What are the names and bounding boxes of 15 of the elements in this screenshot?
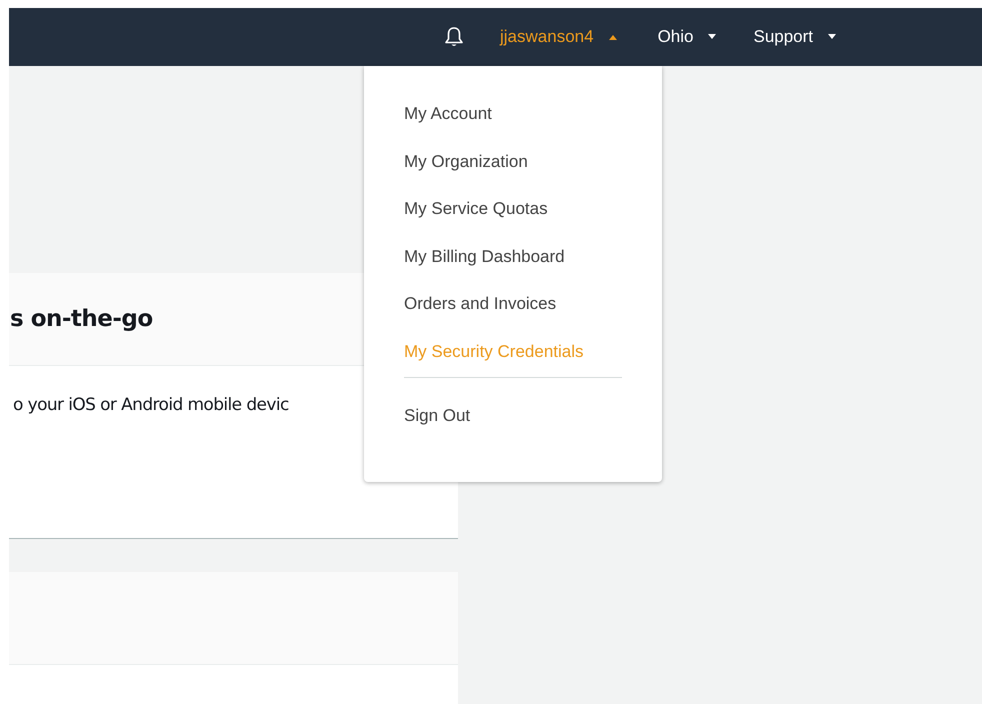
caret-icon <box>707 34 718 40</box>
notification-bell-icon[interactable] <box>444 26 464 48</box>
menu-item[interactable]: My Organization <box>404 150 662 197</box>
user-menu-button[interactable]: jjaswanson4 <box>500 23 618 51</box>
menu-item[interactable]: Sign Out <box>404 404 662 452</box>
caret-icon <box>608 34 618 40</box>
menu-item[interactable]: My Billing Dashboard <box>404 244 662 292</box>
menu-item[interactable]: Orders and Invoices <box>404 292 662 340</box>
menu-item[interactable]: My Service Quotas <box>404 197 662 244</box>
menu-item[interactable]: My Account <box>404 102 662 150</box>
support-menu-button[interactable]: Support <box>753 23 838 51</box>
card-text: o your iOS or Android mobile devic <box>13 395 290 415</box>
card-heading: s on-the-go <box>10 306 153 332</box>
caret-icon <box>827 34 838 40</box>
region-menu-button[interactable]: Ohio <box>658 23 718 51</box>
